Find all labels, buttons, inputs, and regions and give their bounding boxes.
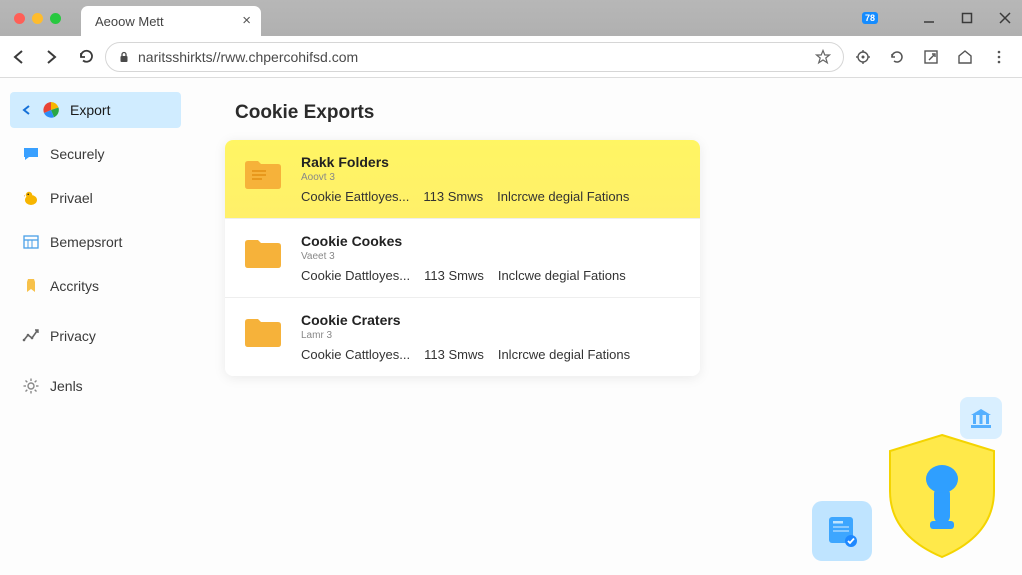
sidebar-item-label: Privacy: [50, 328, 96, 344]
row-body: Rakk Folders Aoovt 3 Cookie Eattloyes...…: [301, 154, 682, 204]
list-item[interactable]: Cookie Cookes Vaeet 3 Cookie Dattloyes..…: [225, 219, 700, 298]
sidebar-item-export[interactable]: Export: [10, 92, 181, 128]
chevron-left-icon: [22, 105, 32, 115]
extensions-icon[interactable]: [854, 48, 872, 66]
star-icon[interactable]: [815, 49, 831, 65]
close-icon[interactable]: [998, 11, 1012, 25]
row-body: Cookie Craters Lamr 3 Cookie Cattloyes..…: [301, 312, 682, 362]
row-title: Rakk Folders: [301, 154, 682, 170]
sidebar: Export Securely Privael Bemepsrort Accri: [0, 78, 185, 575]
row-subtitle: Vaeet 3: [301, 251, 682, 262]
row-desc-1: Cookie Cattloyes...: [301, 347, 410, 362]
menu-icon[interactable]: [990, 48, 1008, 66]
sidebar-item-bemepsrort[interactable]: Bemepsrort: [0, 224, 185, 260]
row-subtitle: Aoovt 3: [301, 172, 682, 183]
sidebar-item-jenls[interactable]: Jenls: [0, 368, 185, 404]
chart-icon: [22, 327, 40, 345]
export-pie-icon: [42, 101, 60, 119]
page-title: Cookie Exports: [235, 102, 982, 124]
home-icon[interactable]: [956, 48, 974, 66]
shield-group: [882, 431, 1002, 561]
browser-tab[interactable]: Aeoow Mett ×: [81, 6, 261, 36]
folder-icon: [243, 235, 283, 271]
row-description: Cookie Cattloyes... 113 Smws Inlcrcwe de…: [301, 347, 682, 362]
lock-icon: [118, 51, 130, 63]
address-bar[interactable]: naritsshirkts//rww.chpercohifsd.com: [105, 42, 844, 72]
document-badge-icon: [812, 501, 872, 561]
row-desc-3: Inlcrcwe degial Fations: [497, 189, 629, 204]
folder-icon: [243, 314, 283, 350]
back-button[interactable]: [10, 48, 28, 66]
decorative-illustration: [812, 431, 1002, 561]
row-description: Cookie Dattloyes... 113 Smws Inclcwe deg…: [301, 268, 682, 283]
row-title: Cookie Cookes: [301, 233, 682, 249]
minimize-window-icon[interactable]: [32, 13, 43, 24]
folder-icon: [243, 156, 283, 192]
sidebar-item-label: Accritys: [50, 278, 99, 294]
traffic-lights: [14, 13, 61, 24]
row-subtitle: Lamr 3: [301, 330, 682, 341]
minimize-icon[interactable]: [922, 11, 936, 25]
row-body: Cookie Cookes Vaeet 3 Cookie Dattloyes..…: [301, 233, 682, 283]
sidebar-item-label: Jenls: [50, 378, 83, 394]
sidebar-item-accritys[interactable]: Accritys: [0, 268, 185, 304]
sidebar-item-privacy[interactable]: Privacy: [0, 318, 185, 354]
url-text: naritsshirkts//rww.chpercohifsd.com: [138, 49, 358, 65]
row-desc-2: 113 Smws: [424, 268, 484, 283]
shield-icon: [882, 431, 1002, 561]
row-desc-2: 113 Smws: [424, 347, 484, 362]
privacy-duck-icon: [22, 189, 40, 207]
row-title: Cookie Craters: [301, 312, 682, 328]
chat-icon: [22, 145, 40, 163]
maximize-window-icon[interactable]: [50, 13, 61, 24]
sidebar-item-label: Privael: [50, 190, 93, 206]
list-item[interactable]: Cookie Craters Lamr 3 Cookie Cattloyes..…: [225, 298, 700, 376]
sidebar-item-privael[interactable]: Privael: [0, 180, 185, 216]
toolbar-right-icons: [854, 48, 1012, 66]
sidebar-item-label: Export: [70, 102, 110, 118]
row-description: Cookie Eattloyes... 113 Smws Inlcrcwe de…: [301, 189, 682, 204]
row-desc-1: Cookie Dattloyes...: [301, 268, 410, 283]
bank-badge-icon: [960, 397, 1002, 439]
forward-button[interactable]: [42, 48, 60, 66]
close-tab-icon[interactable]: ×: [242, 12, 251, 29]
gear-icon: [22, 377, 40, 395]
refresh-ext-icon[interactable]: [888, 48, 906, 66]
calendar-icon: [22, 233, 40, 251]
tab-title: Aeoow Mett: [95, 14, 164, 29]
sidebar-item-label: Securely: [50, 146, 104, 162]
screen-icon[interactable]: [922, 48, 940, 66]
list-item[interactable]: Rakk Folders Aoovt 3 Cookie Eattloyes...…: [225, 140, 700, 219]
window-controls: 78: [862, 11, 1012, 25]
browser-toolbar: naritsshirkts//rww.chpercohifsd.com: [0, 36, 1022, 78]
reload-button[interactable]: [78, 48, 95, 65]
sidebar-item-label: Bemepsrort: [50, 234, 122, 250]
restore-icon[interactable]: [960, 11, 974, 25]
close-window-icon[interactable]: [14, 13, 25, 24]
notification-badge[interactable]: 78: [862, 12, 878, 24]
window-titlebar: Aeoow Mett × 78: [0, 0, 1022, 36]
sidebar-item-securely[interactable]: Securely: [0, 136, 185, 172]
export-list: Rakk Folders Aoovt 3 Cookie Eattloyes...…: [225, 140, 700, 376]
row-desc-3: Inlcrcwe degial Fations: [498, 347, 630, 362]
row-desc-3: Inclcwe degial Fations: [498, 268, 626, 283]
nav-arrows: [10, 48, 95, 66]
row-desc-2: 113 Smws: [423, 189, 483, 204]
tag-icon: [22, 277, 40, 295]
content-area: Export Securely Privael Bemepsrort Accri: [0, 78, 1022, 575]
row-desc-1: Cookie Eattloyes...: [301, 189, 409, 204]
